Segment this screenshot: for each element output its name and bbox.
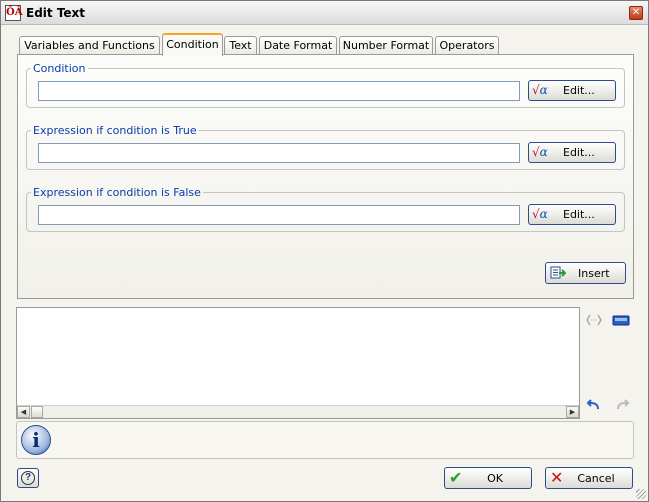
title-bar[interactable]: ŌĀ Edit Text ✕: [1, 1, 648, 25]
cancel-button[interactable]: ✕ Cancel: [545, 467, 633, 489]
window-title: Edit Text: [26, 6, 86, 20]
brackets-icon[interactable]: [585, 313, 603, 327]
true-expression-edit-button[interactable]: √α Edit...: [528, 142, 616, 163]
cancel-label: Cancel: [577, 472, 615, 485]
condition-tab-panel: Condition √α Edit... Expression if condi…: [17, 54, 634, 299]
tab-operators[interactable]: Operators: [435, 36, 499, 55]
edit-label: Edit...: [563, 146, 595, 159]
preview-text-area[interactable]: ◀ ▶: [16, 307, 580, 419]
formula-icon: √α: [532, 207, 548, 221]
tab-text[interactable]: Text: [224, 36, 257, 55]
insert-button[interactable]: Insert: [545, 262, 626, 284]
tab-condition[interactable]: Condition: [162, 33, 223, 56]
insert-label: Insert: [578, 267, 610, 280]
app-icon: ŌĀ: [5, 5, 22, 21]
edit-label: Edit...: [563, 208, 595, 221]
info-icon: i: [21, 425, 51, 455]
preview-text: [17, 308, 579, 314]
tab-date-format[interactable]: Date Format: [259, 36, 337, 55]
false-expression-legend: Expression if condition is False: [33, 186, 201, 199]
formula-icon: √α: [532, 83, 548, 97]
redo-icon: [617, 399, 630, 410]
condition-input[interactable]: [38, 81, 520, 101]
condition-edit-button[interactable]: √α Edit...: [528, 80, 616, 101]
condition-group: Condition √α Edit...: [26, 62, 625, 108]
true-expression-legend: Expression if condition is True: [33, 124, 197, 137]
close-icon[interactable]: ✕: [629, 6, 643, 20]
tab-variables-and-functions[interactable]: Variables and Functions: [19, 36, 160, 55]
true-expression-group: Expression if condition is True √α Edit.…: [26, 124, 625, 170]
edit-text-dialog: ŌĀ Edit Text ✕ Variables and Functions C…: [0, 0, 649, 502]
true-expression-input[interactable]: [38, 143, 520, 163]
horizontal-scrollbar[interactable]: ◀ ▶: [17, 405, 579, 418]
ok-label: OK: [487, 472, 503, 485]
help-icon: ?: [21, 471, 35, 485]
scroll-right-icon[interactable]: ▶: [566, 406, 579, 418]
false-expression-edit-button[interactable]: √α Edit...: [528, 204, 616, 225]
scroll-left-icon[interactable]: ◀: [17, 406, 30, 418]
tab-number-format[interactable]: Number Format: [339, 36, 433, 55]
false-expression-group: Expression if condition is False √α Edit…: [26, 186, 625, 232]
insert-icon: [550, 266, 566, 279]
edit-label: Edit...: [563, 84, 595, 97]
false-expression-input[interactable]: [38, 205, 520, 225]
help-button[interactable]: ?: [17, 468, 39, 488]
resize-grip-icon[interactable]: [636, 489, 646, 499]
formula-icon: √α: [532, 145, 548, 159]
ok-button[interactable]: ✔ OK: [444, 467, 532, 489]
condition-legend: Condition: [33, 62, 86, 75]
scrollbar-thumb[interactable]: [31, 406, 43, 418]
info-panel: i: [16, 421, 634, 459]
undo-icon[interactable]: [586, 397, 604, 411]
keyboard-icon[interactable]: [612, 313, 630, 327]
